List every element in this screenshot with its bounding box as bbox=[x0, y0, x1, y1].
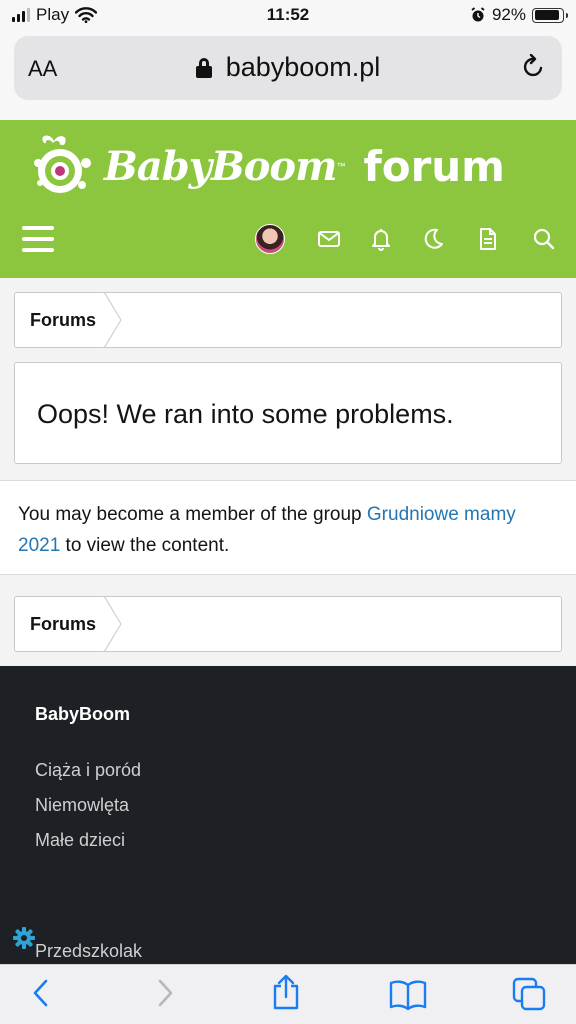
logo-tm: ™ bbox=[336, 161, 346, 171]
breadcrumb-item-forums[interactable]: Forums bbox=[30, 614, 96, 635]
browser-toolbar bbox=[0, 964, 576, 1024]
breadcrumb-chevron-icon bbox=[103, 596, 122, 652]
forward-icon[interactable] bbox=[154, 977, 176, 1009]
address-bar[interactable]: AA babyboom.pl bbox=[14, 36, 562, 100]
message-after: to view the content. bbox=[60, 535, 230, 556]
mail-icon[interactable] bbox=[316, 226, 342, 252]
browser-address-area: AA babyboom.pl bbox=[0, 30, 576, 120]
search-icon[interactable] bbox=[531, 226, 557, 252]
footer-link[interactable]: Przedszkolak bbox=[35, 941, 142, 962]
breadcrumb-bottom: Forums bbox=[14, 596, 562, 652]
status-bar: Play 11:52 92% bbox=[0, 0, 576, 30]
battery-percent: 92% bbox=[491, 5, 526, 24]
status-right: 92% bbox=[470, 5, 568, 25]
footer-title: BabyBoom bbox=[35, 704, 131, 724]
url-field[interactable]: babyboom.pl bbox=[14, 52, 562, 83]
membership-message: You may become a member of the group Gru… bbox=[0, 480, 576, 575]
battery-icon bbox=[532, 7, 568, 23]
breadcrumb-item-forums[interactable]: Forums bbox=[30, 310, 96, 331]
document-icon[interactable] bbox=[475, 226, 501, 252]
site-header: BabyBoom ™ forum bbox=[0, 120, 576, 278]
footer-link[interactable]: Ciąża i poród bbox=[35, 760, 141, 781]
tabs-icon[interactable] bbox=[512, 977, 546, 1011]
header-nav-icons bbox=[0, 220, 576, 260]
footer-link[interactable]: Niemowlęta bbox=[35, 795, 129, 816]
bell-icon[interactable] bbox=[368, 226, 394, 252]
alarm-icon bbox=[471, 7, 485, 22]
back-icon[interactable] bbox=[30, 977, 52, 1009]
breadcrumb: Forums bbox=[14, 292, 562, 348]
site-footer: BabyBoom Ciąża i poród Niemowlęta Małe d… bbox=[0, 666, 576, 964]
message-before: You may become a member of the group bbox=[18, 504, 367, 525]
error-box: Oops! We ran into some problems. bbox=[14, 362, 562, 464]
babyboom-mascot-icon bbox=[34, 135, 91, 193]
error-title: Oops! We ran into some problems. bbox=[37, 399, 454, 429]
site-logo[interactable]: BabyBoom ™ forum bbox=[30, 126, 505, 206]
bookmarks-icon[interactable] bbox=[389, 979, 427, 1011]
moon-icon[interactable] bbox=[420, 226, 446, 252]
lock-icon bbox=[195, 58, 212, 78]
logo-brand: BabyBoom bbox=[104, 142, 337, 190]
footer-link[interactable]: Małe dzieci bbox=[35, 830, 125, 851]
breadcrumb-chevron-icon bbox=[103, 292, 122, 348]
gear-icon[interactable] bbox=[12, 926, 36, 950]
url-text: babyboom.pl bbox=[225, 52, 381, 82]
battery-fill bbox=[534, 10, 560, 20]
logo-forum: forum bbox=[363, 141, 505, 191]
reload-icon[interactable] bbox=[522, 54, 546, 80]
share-icon[interactable] bbox=[270, 973, 302, 1011]
